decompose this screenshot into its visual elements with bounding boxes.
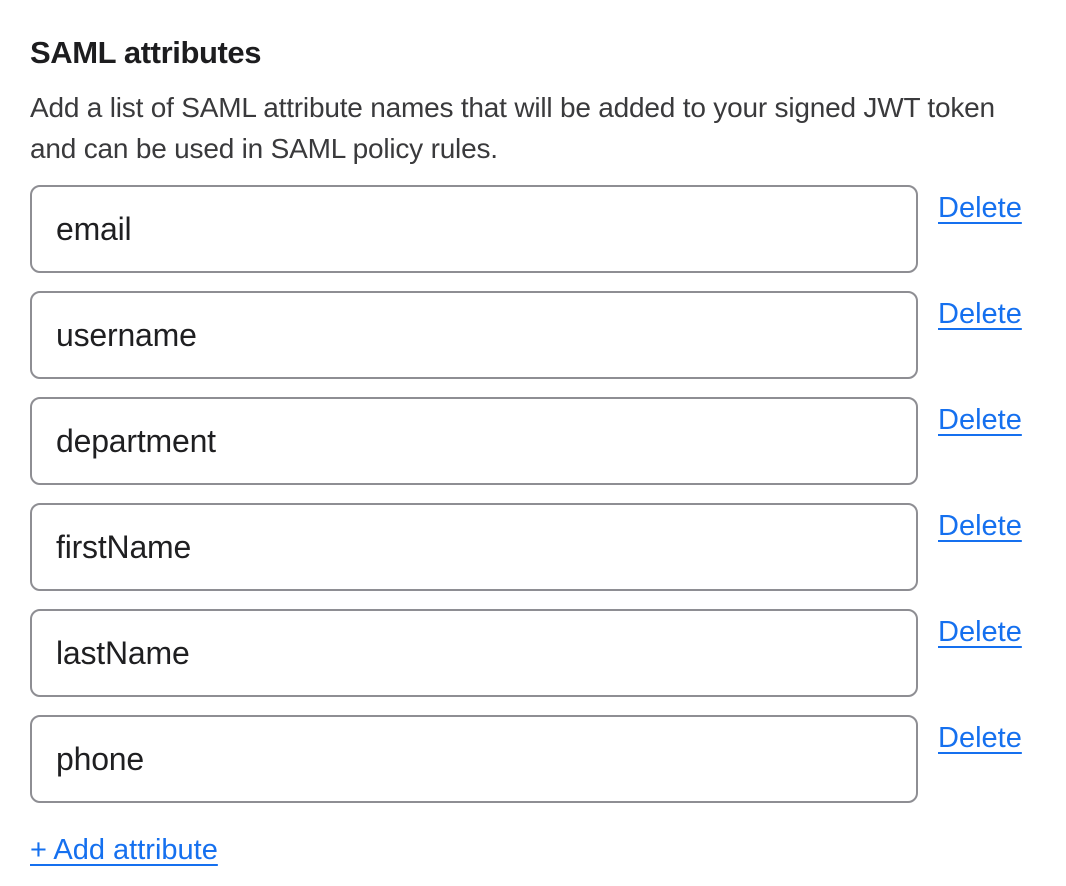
- attribute-input-phone[interactable]: [30, 715, 918, 803]
- attribute-row: Delete: [30, 609, 1026, 697]
- saml-attributes-section: SAML attributes Add a list of SAML attri…: [0, 0, 1066, 886]
- attribute-row: Delete: [30, 715, 1026, 803]
- add-attribute-link[interactable]: + Add attribute: [30, 833, 218, 867]
- attribute-input-lastName[interactable]: [30, 609, 918, 697]
- delete-attribute-link-firstName[interactable]: Delete: [938, 509, 1022, 543]
- attribute-row: Delete: [30, 185, 1026, 273]
- section-description: Add a list of SAML attribute names that …: [30, 87, 1026, 169]
- delete-attribute-link-username[interactable]: Delete: [938, 297, 1022, 331]
- delete-attribute-link-email[interactable]: Delete: [938, 191, 1022, 225]
- delete-attribute-link-phone[interactable]: Delete: [938, 721, 1022, 755]
- delete-attribute-link-lastName[interactable]: Delete: [938, 615, 1022, 649]
- attribute-row: Delete: [30, 291, 1026, 379]
- attribute-input-department[interactable]: [30, 397, 918, 485]
- attribute-input-email[interactable]: [30, 185, 918, 273]
- attribute-list: Delete Delete Delete Delete Delete Delet…: [30, 185, 1026, 803]
- attribute-input-username[interactable]: [30, 291, 918, 379]
- attribute-row: Delete: [30, 397, 1026, 485]
- delete-attribute-link-department[interactable]: Delete: [938, 403, 1022, 437]
- attribute-input-firstName[interactable]: [30, 503, 918, 591]
- attribute-row: Delete: [30, 503, 1026, 591]
- page-title: SAML attributes: [30, 34, 1026, 71]
